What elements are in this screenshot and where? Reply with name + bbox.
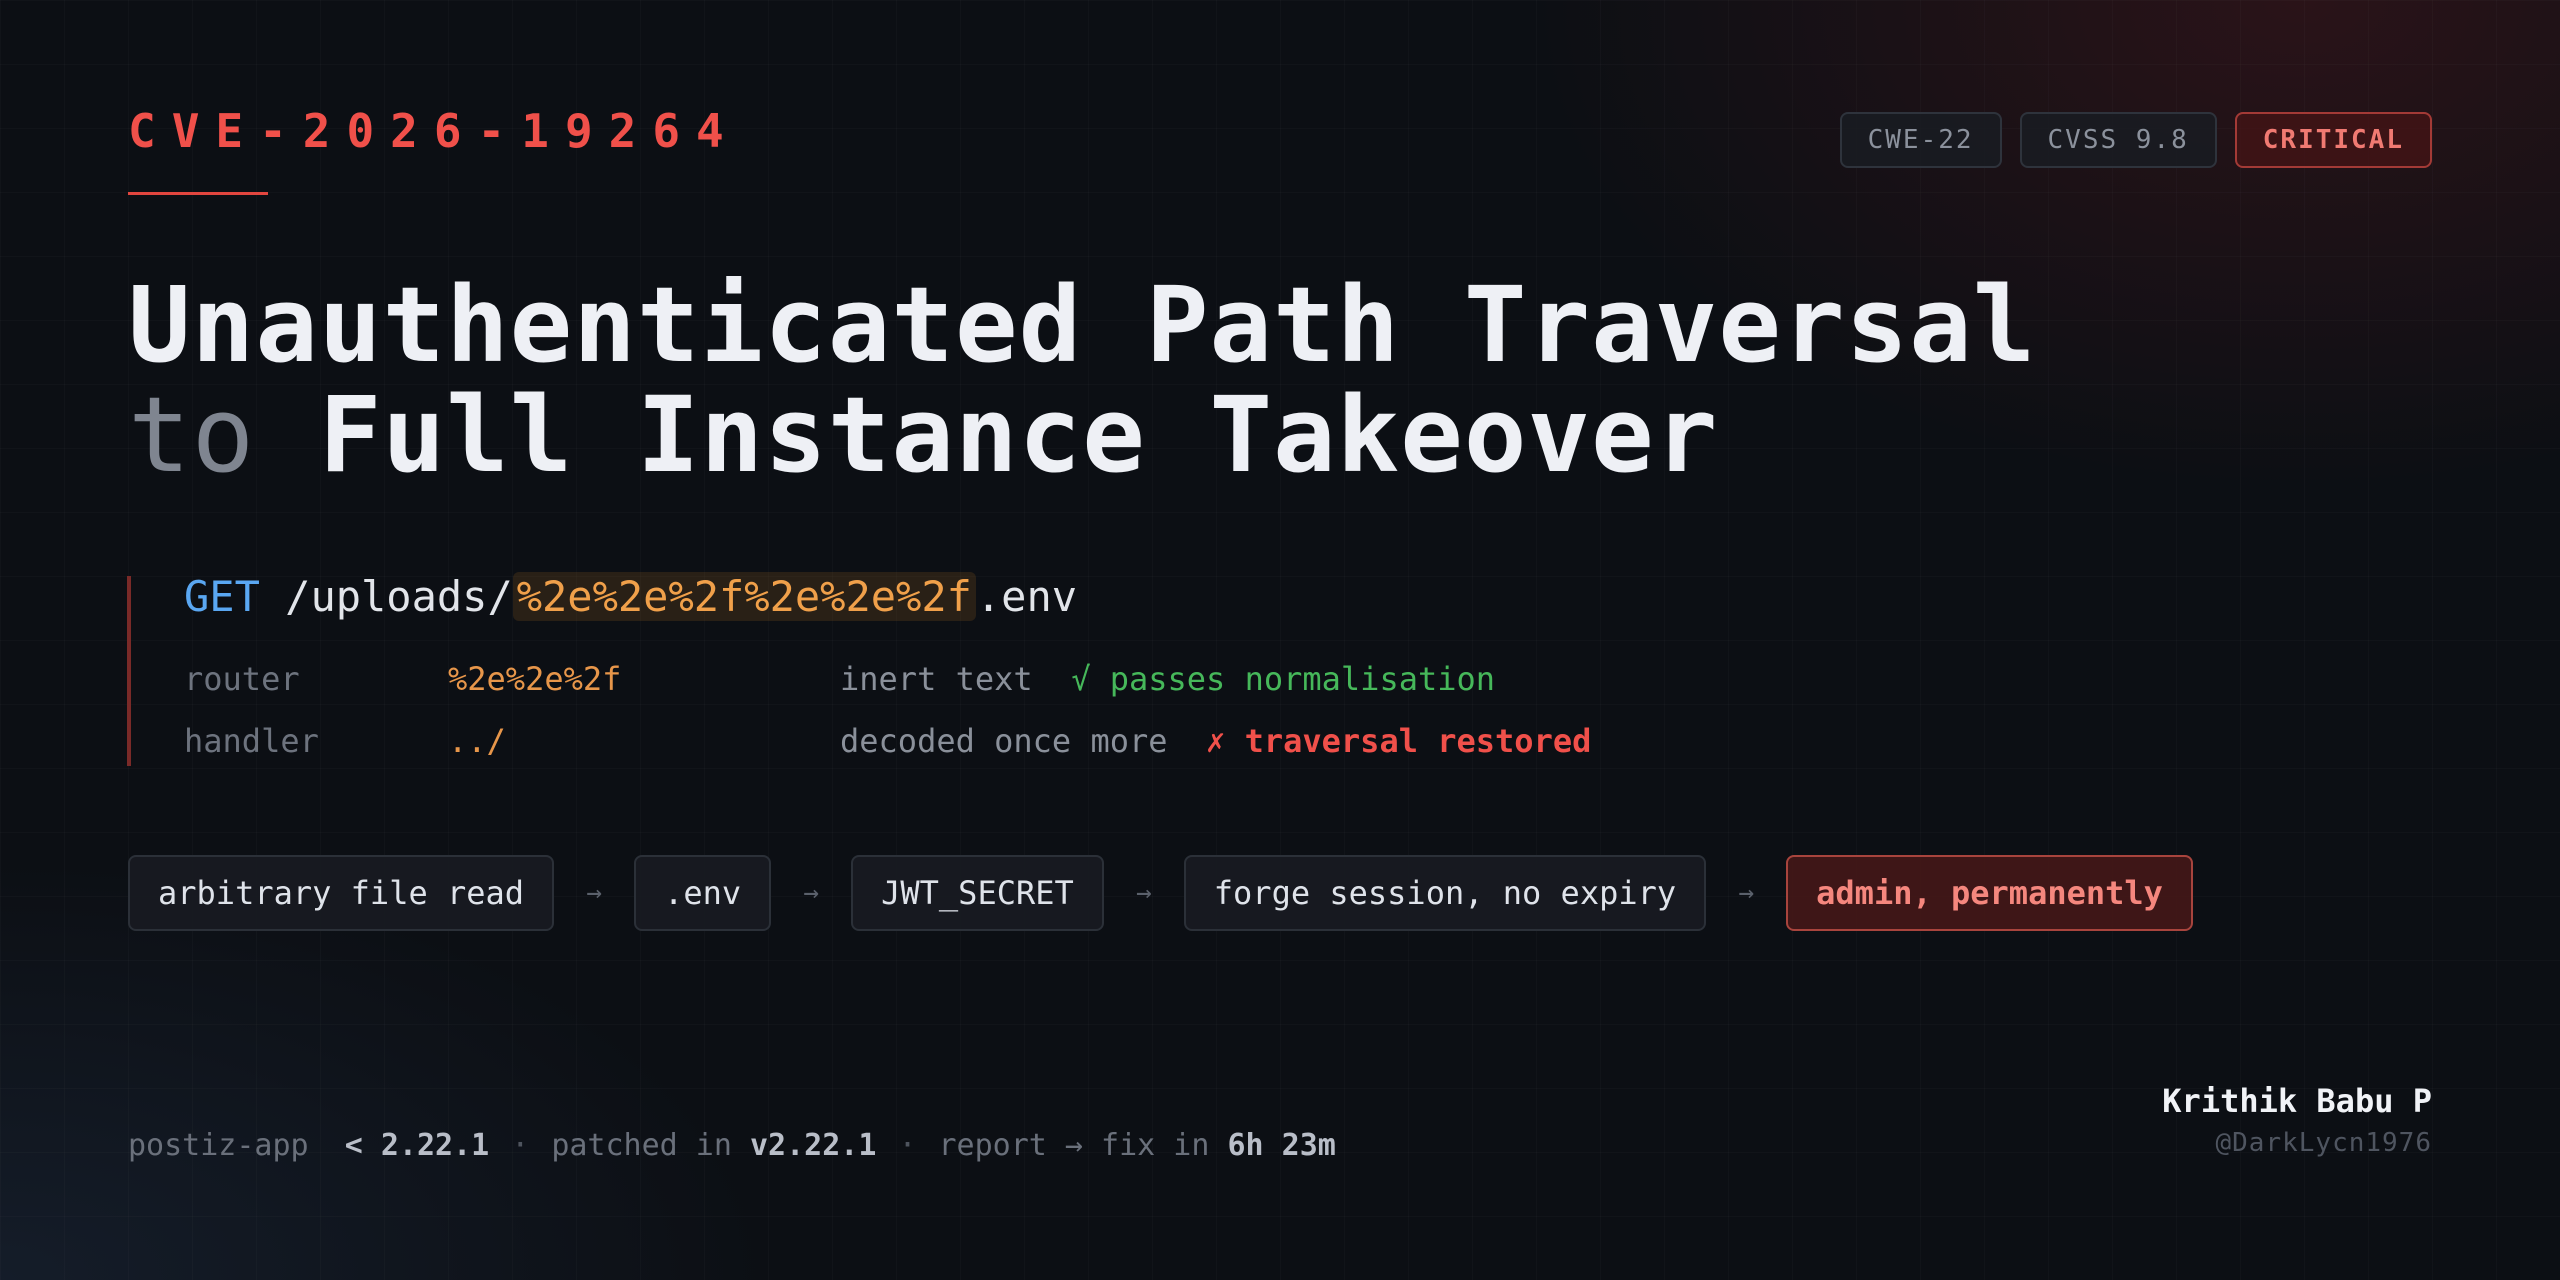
decode-result: passes normalisation: [1109, 660, 1496, 698]
arrow-right-icon: →: [1738, 878, 1754, 908]
chain-step-env: .env: [634, 855, 772, 931]
attack-chain: arbitrary file read → .env → JWT_SECRET …: [128, 855, 2193, 931]
footer-meta: postiz-app < 2.22.1 · patched in v2.22.1 · r…: [128, 1128, 1336, 1163]
chain-step-jwt-secret: JWT_SECRET: [851, 855, 1104, 931]
severity-badge: CRITICAL: [2234, 112, 2432, 168]
patched-label: patched in: [551, 1128, 732, 1163]
check-mark-icon: √: [1071, 660, 1091, 698]
cross-mark-icon: ✗: [1206, 722, 1226, 760]
separator-dot: ·: [511, 1128, 530, 1163]
headline: Unauthenticated Path Traversal to Full I…: [128, 270, 2036, 490]
decode-stage: handler: [184, 722, 319, 760]
encoded-payload: %2e%2e%2f%2e%2e%2f: [512, 572, 976, 621]
badge-group: CWE-22 CVSS 9.8 CRITICAL: [1839, 112, 2432, 168]
author-handle: @DarkLycn1976: [2215, 1128, 2432, 1158]
http-method: GET: [184, 572, 260, 621]
decode-note: decoded once more: [840, 722, 1168, 760]
timeline-value: 6h 23m: [1227, 1128, 1336, 1163]
decode-row-handler: handler ../ decoded once more ✗ traversal …: [184, 722, 1591, 760]
author-block: Krithik Babu P @DarkLycn1976: [2162, 1082, 2432, 1158]
arrow-right-icon: →: [1135, 878, 1152, 908]
chain-step-forge-session: forge session, no expiry: [1183, 855, 1707, 931]
decode-value: %2e%2e%2f: [448, 660, 622, 698]
arrow-right-icon: →: [586, 878, 602, 908]
request-path: /uploads/: [285, 572, 513, 621]
timeline-label: report → fix in: [938, 1128, 1210, 1163]
decode-row-router: router %2e%2e%2f inert text √ passes norma…: [184, 660, 1495, 698]
decode-value: ../: [448, 722, 506, 760]
headline-connector: to: [128, 374, 256, 496]
decode-note: inert text: [840, 660, 1033, 698]
cve-id: CVE-2026-19264: [128, 104, 740, 158]
app-name: postiz-app: [128, 1128, 309, 1163]
headline-line-2: to Full Instance Takeover: [128, 380, 2036, 490]
cve-underline: [128, 192, 268, 195]
affected-prefix: <: [344, 1128, 363, 1163]
request-target-file: .env: [975, 572, 1078, 621]
cvss-badge: CVSS 9.8: [2019, 112, 2217, 168]
request-line: GET /uploads/%2e%2e%2f%2e%2e%2f.env: [184, 572, 1077, 621]
headline-line-1: Unauthenticated Path Traversal: [128, 264, 2037, 386]
chain-step-admin: admin, permanently: [1786, 855, 2193, 931]
request-accent-bar: [127, 576, 131, 766]
headline-line-2-text: Full Instance Takeover: [318, 374, 1719, 496]
author-name: Krithik Babu P: [2162, 1082, 2432, 1120]
patched-version: v2.22.1: [750, 1128, 877, 1163]
decode-stage: router: [184, 660, 300, 698]
affected-version: 2.22.1: [380, 1128, 490, 1163]
chain-step-file-read: arbitrary file read: [128, 855, 555, 931]
arrow-right-icon: →: [803, 878, 819, 908]
decode-result: traversal restored: [1244, 722, 1592, 760]
separator-dot: ·: [898, 1128, 917, 1163]
cwe-badge: CWE-22: [1839, 112, 2002, 168]
